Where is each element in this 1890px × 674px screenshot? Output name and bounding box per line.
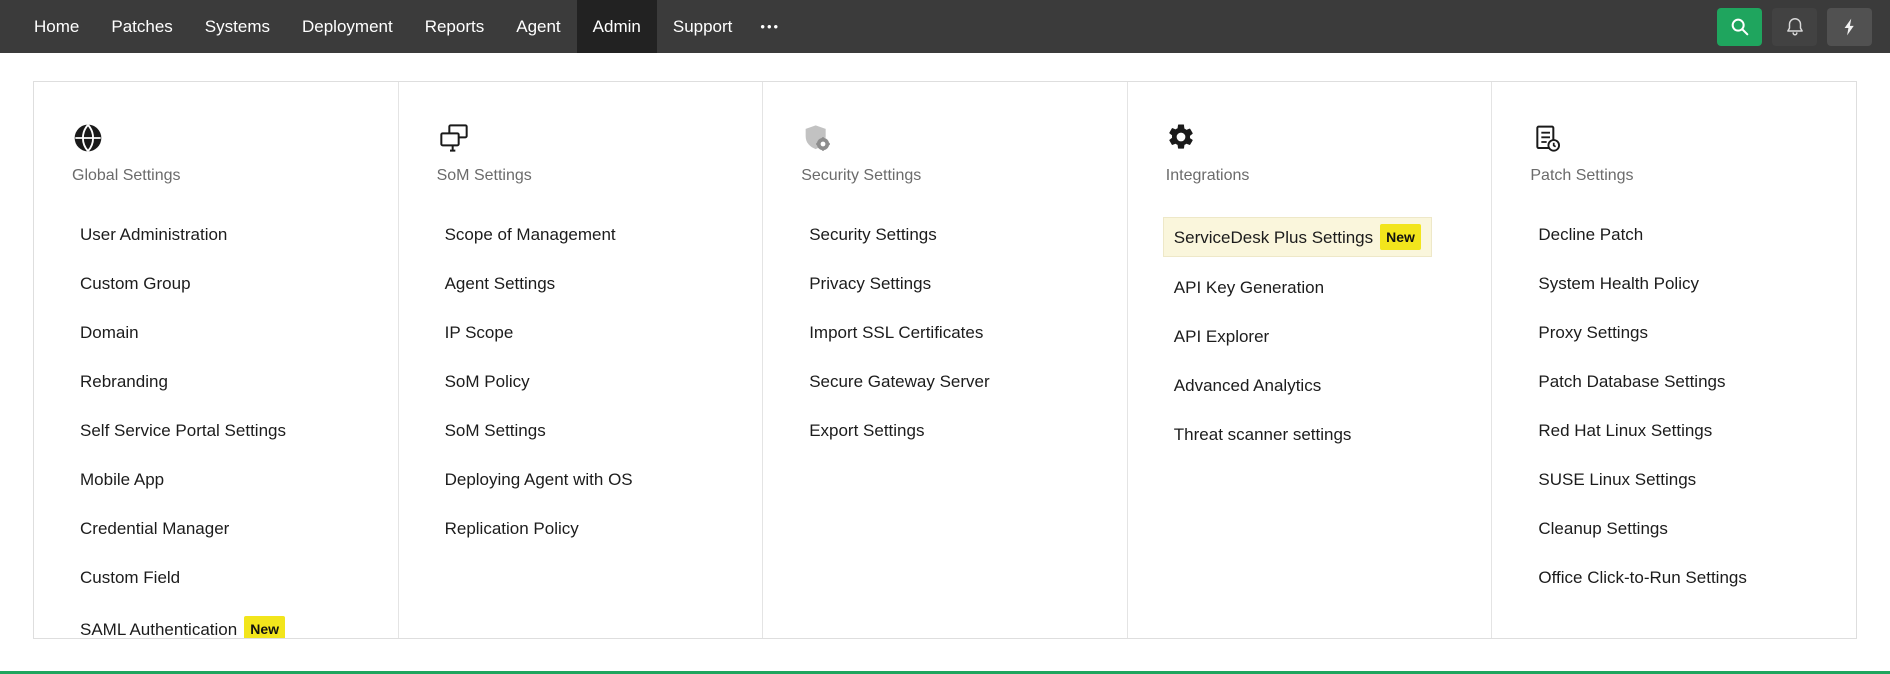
- link-label: ServiceDesk Plus Settings: [1174, 228, 1373, 247]
- admin-settings-panel: Global Settings User Administration Cust…: [33, 81, 1857, 639]
- link-proxy-settings[interactable]: Proxy Settings: [1538, 322, 1836, 344]
- column-integrations: Integrations ServiceDesk Plus Settings Ne…: [1128, 82, 1493, 638]
- category-title-security-settings: Security Settings: [801, 166, 1107, 186]
- column-patch-settings: Patch Settings Decline Patch System Heal…: [1492, 82, 1856, 638]
- link-export-settings[interactable]: Export Settings: [809, 420, 1107, 442]
- nav-item-admin[interactable]: Admin: [577, 0, 657, 53]
- link-self-service-portal-settings[interactable]: Self Service Portal Settings: [80, 420, 378, 442]
- link-custom-field[interactable]: Custom Field: [80, 567, 378, 589]
- link-custom-group[interactable]: Custom Group: [80, 273, 378, 295]
- link-privacy-settings[interactable]: Privacy Settings: [809, 273, 1107, 295]
- nav-item-systems[interactable]: Systems: [189, 0, 286, 53]
- patch-settings-list: Decline Patch System Health Policy Proxy…: [1530, 224, 1836, 589]
- link-domain[interactable]: Domain: [80, 322, 378, 344]
- nav-item-reports[interactable]: Reports: [409, 0, 501, 53]
- global-settings-list: User Administration Custom Group Domain …: [72, 224, 378, 638]
- link-suse-linux-settings[interactable]: SUSE Linux Settings: [1538, 469, 1836, 491]
- bell-icon: [1784, 16, 1806, 38]
- link-deploying-agent-with-os[interactable]: Deploying Agent with OS: [445, 469, 743, 491]
- category-title-som-settings: SoM Settings: [437, 166, 743, 186]
- nav-actions: [1717, 0, 1890, 53]
- column-global-settings: Global Settings User Administration Cust…: [34, 82, 399, 638]
- link-cleanup-settings[interactable]: Cleanup Settings: [1538, 518, 1836, 540]
- search-button[interactable]: [1717, 8, 1762, 46]
- search-icon: [1729, 16, 1751, 38]
- nav-item-agent[interactable]: Agent: [500, 0, 576, 53]
- link-scope-of-management[interactable]: Scope of Management: [445, 224, 743, 246]
- link-servicedesk-plus-settings[interactable]: ServiceDesk Plus Settings New: [1164, 218, 1431, 256]
- som-settings-list: Scope of Management Agent Settings IP Sc…: [437, 224, 743, 540]
- column-security-settings: Security Settings Security Settings Priv…: [763, 82, 1128, 638]
- column-som-settings: SoM Settings Scope of Management Agent S…: [399, 82, 764, 638]
- notifications-button[interactable]: [1772, 8, 1817, 46]
- link-api-explorer[interactable]: API Explorer: [1174, 326, 1472, 348]
- link-advanced-analytics[interactable]: Advanced Analytics: [1174, 375, 1472, 397]
- link-api-key-generation[interactable]: API Key Generation: [1174, 277, 1472, 299]
- security-shield-icon: [801, 122, 833, 154]
- link-saml-authentication[interactable]: SAML Authentication New: [80, 616, 378, 638]
- link-security-settings[interactable]: Security Settings: [809, 224, 1107, 246]
- link-threat-scanner-settings[interactable]: Threat scanner settings: [1174, 424, 1472, 446]
- integrations-gear-icon: [1166, 122, 1196, 152]
- quick-actions-button[interactable]: [1827, 8, 1872, 46]
- nav-item-home[interactable]: Home: [18, 0, 95, 53]
- top-navbar: Home Patches Systems Deployment Reports …: [0, 0, 1890, 53]
- link-label: SAML Authentication: [80, 620, 237, 638]
- nav-item-patches[interactable]: Patches: [95, 0, 188, 53]
- globe-icon: [72, 122, 104, 154]
- link-credential-manager[interactable]: Credential Manager: [80, 518, 378, 540]
- link-decline-patch[interactable]: Decline Patch: [1538, 224, 1836, 246]
- nav-item-more[interactable]: •••: [748, 0, 792, 53]
- link-agent-settings[interactable]: Agent Settings: [445, 273, 743, 295]
- link-import-ssl-certificates[interactable]: Import SSL Certificates: [809, 322, 1107, 344]
- link-som-settings[interactable]: SoM Settings: [445, 420, 743, 442]
- link-patch-database-settings[interactable]: Patch Database Settings: [1538, 371, 1836, 393]
- link-replication-policy[interactable]: Replication Policy: [445, 518, 743, 540]
- link-mobile-app[interactable]: Mobile App: [80, 469, 378, 491]
- integrations-list: ServiceDesk Plus Settings New API Key Gen…: [1166, 224, 1472, 446]
- category-title-global-settings: Global Settings: [72, 166, 378, 186]
- nav-item-deployment[interactable]: Deployment: [286, 0, 409, 53]
- link-som-policy[interactable]: SoM Policy: [445, 371, 743, 393]
- link-secure-gateway-server[interactable]: Secure Gateway Server: [809, 371, 1107, 393]
- new-badge: New: [244, 616, 285, 638]
- nav-menu: Home Patches Systems Deployment Reports …: [18, 0, 792, 53]
- som-computers-icon: [437, 122, 471, 154]
- link-ip-scope[interactable]: IP Scope: [445, 322, 743, 344]
- category-title-integrations: Integrations: [1166, 166, 1472, 186]
- link-user-administration[interactable]: User Administration: [80, 224, 378, 246]
- link-rebranding[interactable]: Rebranding: [80, 371, 378, 393]
- link-red-hat-linux-settings[interactable]: Red Hat Linux Settings: [1538, 420, 1836, 442]
- security-settings-list: Security Settings Privacy Settings Impor…: [801, 224, 1107, 442]
- category-title-patch-settings: Patch Settings: [1530, 166, 1836, 186]
- link-system-health-policy[interactable]: System Health Policy: [1538, 273, 1836, 295]
- nav-item-support[interactable]: Support: [657, 0, 749, 53]
- new-badge: New: [1380, 224, 1421, 250]
- patch-list-icon: [1530, 122, 1562, 154]
- link-office-click-to-run-settings[interactable]: Office Click-to-Run Settings: [1538, 567, 1836, 589]
- lightning-icon: [1840, 16, 1860, 38]
